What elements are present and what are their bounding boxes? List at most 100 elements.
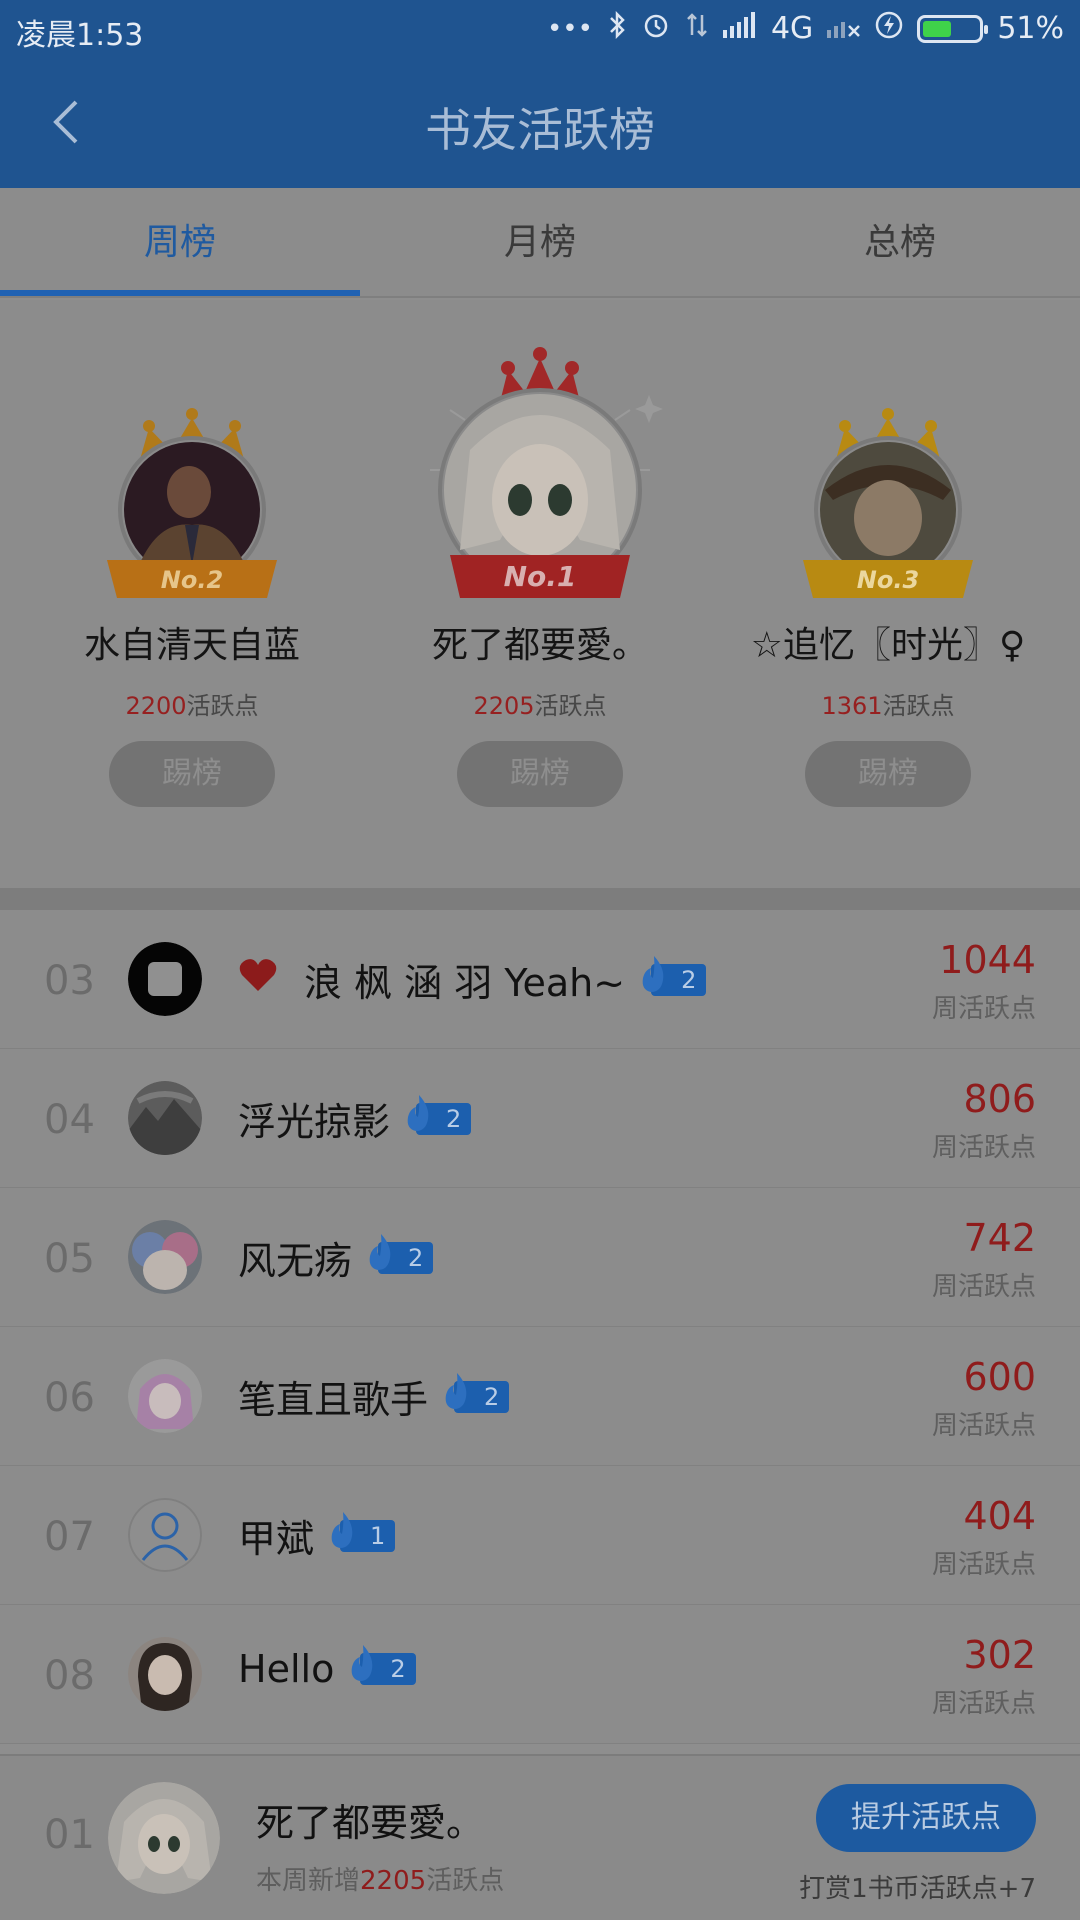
podium-first: No.1 死了都要愛。 2205活跃点 踢榜	[360, 340, 720, 807]
podium-score: 1361活跃点	[821, 692, 955, 720]
kick-button[interactable]: 踢榜	[109, 741, 275, 807]
svg-text:No.3: No.3	[857, 566, 919, 594]
avatar[interactable]	[128, 1498, 202, 1572]
points-value: 302	[963, 1633, 1036, 1677]
tab-total[interactable]: 总榜	[720, 188, 1080, 296]
my-rank-number: 01	[44, 1812, 95, 1858]
user-name-group: 甲斌 1	[238, 1508, 396, 1563]
user-name-group: 浪 枫 涵 羽 Yeah~ 2	[238, 952, 707, 1007]
signal-none-icon	[827, 12, 861, 45]
points-value: 600	[963, 1355, 1036, 1399]
battery-percent: 51%	[997, 11, 1064, 46]
period-tabs: 周榜 月榜 总榜	[0, 188, 1080, 298]
user-name: 笔直且歌手	[238, 1378, 429, 1422]
points-block: 1044 周活跃点	[932, 938, 1036, 1025]
page-title: 书友活跃榜	[425, 103, 655, 157]
flame-icon	[331, 1511, 353, 1548]
user-name-group: Hello 2	[238, 1645, 416, 1691]
points-label: 周活跃点	[931, 1550, 1036, 1580]
rank-number: 04	[44, 1097, 95, 1143]
my-user-name: 死了都要愛。	[256, 1801, 485, 1845]
svg-text:No.1: No.1	[504, 560, 577, 593]
boost-activity-button[interactable]: 提升活跃点	[816, 1784, 1036, 1852]
points-block: 404 周活跃点	[932, 1494, 1036, 1581]
data-transfer-icon	[685, 11, 709, 46]
list-item[interactable]: 03 浪 枫 涵 羽 Yeah~ 2 1044 周活跃点	[0, 910, 1080, 1049]
user-name: 风无疡	[238, 1239, 353, 1283]
list-item[interactable]: 04 浮光掠影 2 806 周活跃点	[0, 1049, 1080, 1188]
my-rank-bar: 01 死了都要愛。 本周新增2205活跃点 提升活跃点 打赏1书币活跃点+7	[0, 1754, 1080, 1920]
points-label: 周活跃点	[931, 994, 1036, 1024]
tab-monthly[interactable]: 月榜	[360, 188, 720, 296]
rank-number: 08	[44, 1653, 95, 1699]
alarm-icon	[641, 10, 671, 47]
reward-hint: 打赏1书币活跃点+7	[799, 1874, 1036, 1904]
level-badge: 2	[642, 955, 707, 996]
user-name: 浪 枫 涵 羽 Yeah~	[304, 961, 626, 1005]
avatar-rank-3[interactable]: No.3	[793, 400, 983, 600]
user-name: 浮光掠影	[238, 1100, 391, 1144]
flame-icon	[351, 1645, 373, 1681]
avatar[interactable]	[128, 942, 202, 1016]
charging-icon	[875, 11, 903, 46]
flame-icon	[445, 1372, 467, 1409]
status-time: 凌晨1:53	[16, 18, 144, 53]
avatar[interactable]	[128, 1081, 202, 1155]
points-value: 404	[963, 1494, 1036, 1538]
avatar[interactable]	[128, 1220, 202, 1294]
points-block: 302 周活跃点	[932, 1633, 1036, 1720]
status-icons: ••• 4G 51%	[547, 10, 1064, 47]
list-item[interactable]: 07 甲斌 1 404 周活跃点	[0, 1466, 1080, 1605]
podium-second: No.2 水自清天自蓝 2200活跃点 踢榜	[12, 400, 372, 807]
list-item[interactable]: 06 笔直且歌手 2 600 周活跃点	[0, 1327, 1080, 1466]
user-name-group: 笔直且歌手 2	[238, 1369, 510, 1424]
rank-number: 03	[44, 958, 95, 1004]
podium-third: No.3 ☆追忆〖时光〗♀ 1361活跃点 踢榜	[708, 400, 1068, 807]
rank-number: 06	[44, 1375, 95, 1421]
flame-icon	[369, 1233, 391, 1270]
avatar[interactable]	[128, 1359, 202, 1433]
level-badge: 1	[331, 1511, 396, 1552]
avatar-rank-2[interactable]: No.2	[97, 400, 287, 600]
points-value: 1044	[939, 938, 1036, 982]
rank-number: 05	[44, 1236, 95, 1282]
points-block: 806 周活跃点	[932, 1077, 1036, 1164]
my-weekly-gain: 本周新增2205活跃点	[256, 1866, 505, 1896]
podium-score: 2200活跃点	[125, 692, 259, 720]
user-name-group: 风无疡 2	[238, 1230, 434, 1285]
ranking-list: 03 浪 枫 涵 羽 Yeah~ 2 1044 周活跃点 04 浮光掠影 2 8…	[0, 910, 1080, 1744]
network-type: 4G	[770, 11, 814, 46]
app-bar: 书友活跃榜	[0, 56, 1080, 188]
points-value: 806	[963, 1077, 1036, 1121]
level-badge: 2	[407, 1094, 472, 1135]
heart-icon	[238, 957, 278, 1002]
level-badge: 2	[445, 1372, 510, 1413]
user-name: Hello	[238, 1647, 335, 1691]
points-block: 600 周活跃点	[932, 1355, 1036, 1442]
list-item[interactable]: 05 风无疡 2 742 周活跃点	[0, 1188, 1080, 1327]
more-dots-icon: •••	[546, 13, 593, 44]
points-label: 周活跃点	[931, 1133, 1036, 1163]
podium-name: 水自清天自蓝	[83, 625, 300, 666]
user-name-group: 浮光掠影 2	[238, 1091, 472, 1146]
podium-score: 2205活跃点	[473, 692, 607, 720]
level-badge: 2	[369, 1233, 434, 1274]
flame-icon	[407, 1094, 429, 1131]
podium-name: ☆追忆〖时光〗♀	[750, 625, 1026, 666]
points-label: 周活跃点	[931, 1411, 1036, 1441]
level-badge: 2	[351, 1645, 416, 1685]
kick-button[interactable]: 踢榜	[457, 741, 623, 807]
avatar[interactable]	[128, 1637, 202, 1711]
points-value: 742	[963, 1216, 1036, 1260]
default-user-icon	[128, 1498, 202, 1572]
tab-weekly[interactable]: 周榜	[0, 188, 360, 296]
my-avatar[interactable]	[108, 1782, 220, 1894]
podium: No.2 水自清天自蓝 2200活跃点 踢榜 No.1 死了都要愛。 2205活…	[0, 300, 1080, 888]
section-divider	[0, 888, 1080, 910]
kick-button[interactable]: 踢榜	[805, 741, 971, 807]
points-label: 周活跃点	[931, 1689, 1036, 1719]
svg-text:No.2: No.2	[161, 566, 223, 594]
avatar-rank-1[interactable]: No.1	[410, 340, 670, 600]
list-item[interactable]: 08 Hello 2 302 周活跃点	[0, 1605, 1080, 1744]
user-name: 甲斌	[238, 1517, 315, 1561]
